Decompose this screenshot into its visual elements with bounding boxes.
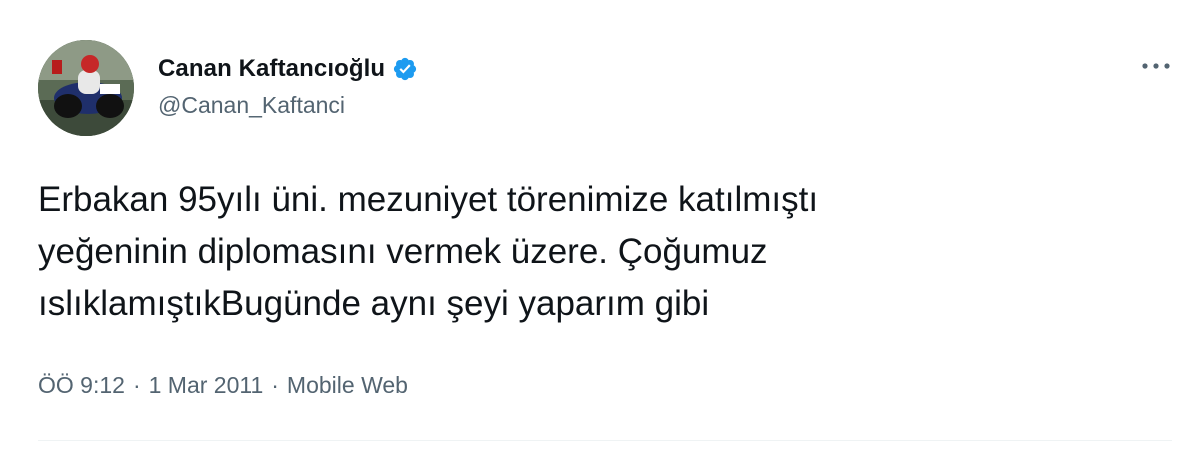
divider <box>38 440 1172 441</box>
author-name-row: Canan Kaftancıoğlu <box>158 52 418 86</box>
verified-badge-icon <box>392 56 418 82</box>
tweet-time[interactable]: ÖÖ 9:12 <box>38 372 125 399</box>
author-display-name[interactable]: Canan Kaftancıoğlu <box>158 55 385 83</box>
meta-separator: · <box>132 372 141 398</box>
meta-separator: · <box>271 372 279 398</box>
avatar-photo <box>38 40 134 136</box>
tweet-card: Canan Kaftancıoğlu @Canan_Kaftanci Erbak… <box>0 0 1200 456</box>
tweet-source: Mobile Web <box>286 372 408 398</box>
avatar[interactable] <box>38 40 134 136</box>
more-horizontal-icon <box>1142 63 1170 69</box>
tweet-date[interactable]: 1 Mar 2011 <box>149 372 264 399</box>
author-handle[interactable]: @Canan_Kaftanci <box>158 92 345 119</box>
more-options-button[interactable] <box>1134 52 1178 80</box>
tweet-meta: ÖÖ 9:12 · 1 Mar 2011 · Mobile Web <box>38 372 408 399</box>
tweet-text: Erbakan 95yılı üni. mezuniyet törenimize… <box>38 180 819 323</box>
